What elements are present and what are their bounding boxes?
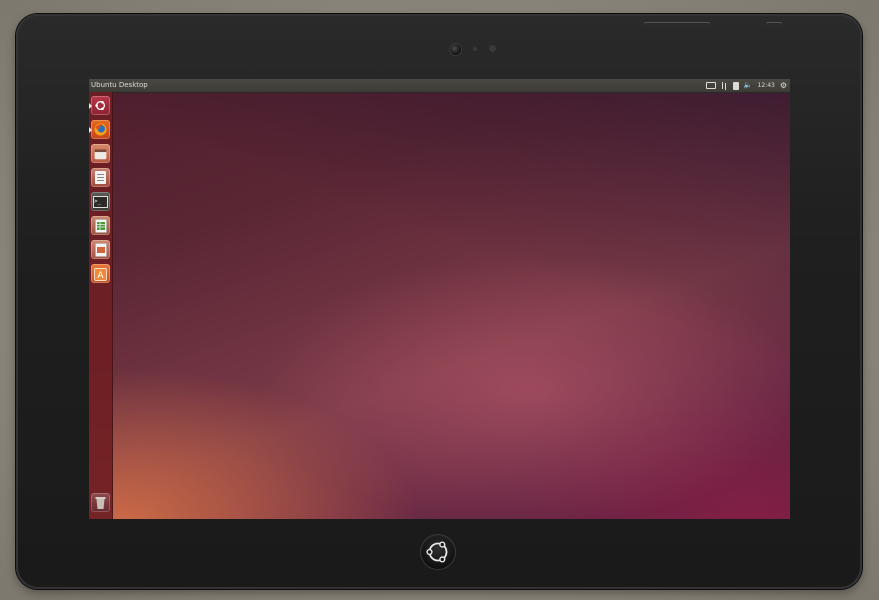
launcher-calc[interactable] [91,216,110,235]
clock[interactable]: 12:43 [758,79,775,92]
launcher-firefox[interactable] [89,120,110,139]
launcher-ubuntu-dash[interactable] [89,96,110,115]
indicator-area: 🔈 12:43 ⚙ [705,79,787,92]
battery-icon[interactable] [732,81,739,90]
calc-icon [94,218,107,233]
power-button[interactable] [766,23,782,28]
launcher-trash[interactable] [91,493,110,512]
launcher-impress[interactable] [91,240,110,259]
volume-icon[interactable]: 🔈 [744,79,753,92]
keyboard-icon[interactable] [705,82,716,89]
launcher-files[interactable] [91,144,110,163]
desktop-wallpaper[interactable] [89,92,790,519]
light-sensor [473,47,477,51]
volume-button[interactable] [644,23,710,28]
writer-icon [95,171,106,184]
launcher-writer[interactable] [91,168,110,187]
screen: Ubuntu Desktop 🔈 12:43 ⚙ >_ A [89,79,790,519]
software-center-letter: A [97,271,104,281]
launcher-software-center[interactable]: A [91,264,110,283]
ubuntu-logo-icon [95,100,106,111]
ubuntu-home-icon [426,541,448,563]
files-icon [94,148,107,159]
front-camera [450,44,461,55]
impress-icon [94,242,107,257]
window-title: Ubuntu Desktop [91,81,148,89]
top-panel: Ubuntu Desktop 🔈 12:43 ⚙ [89,79,790,93]
launcher: >_ A [89,92,113,519]
session-gear-icon[interactable]: ⚙ [780,79,787,92]
proximity-sensor [489,45,496,52]
firefox-icon [94,123,107,136]
terminal-icon: >_ [93,195,108,208]
software-center-icon: A [94,267,107,281]
trash-icon [95,496,106,509]
network-icon[interactable] [721,81,728,90]
home-button[interactable] [421,535,455,569]
launcher-terminal[interactable]: >_ [91,192,110,211]
